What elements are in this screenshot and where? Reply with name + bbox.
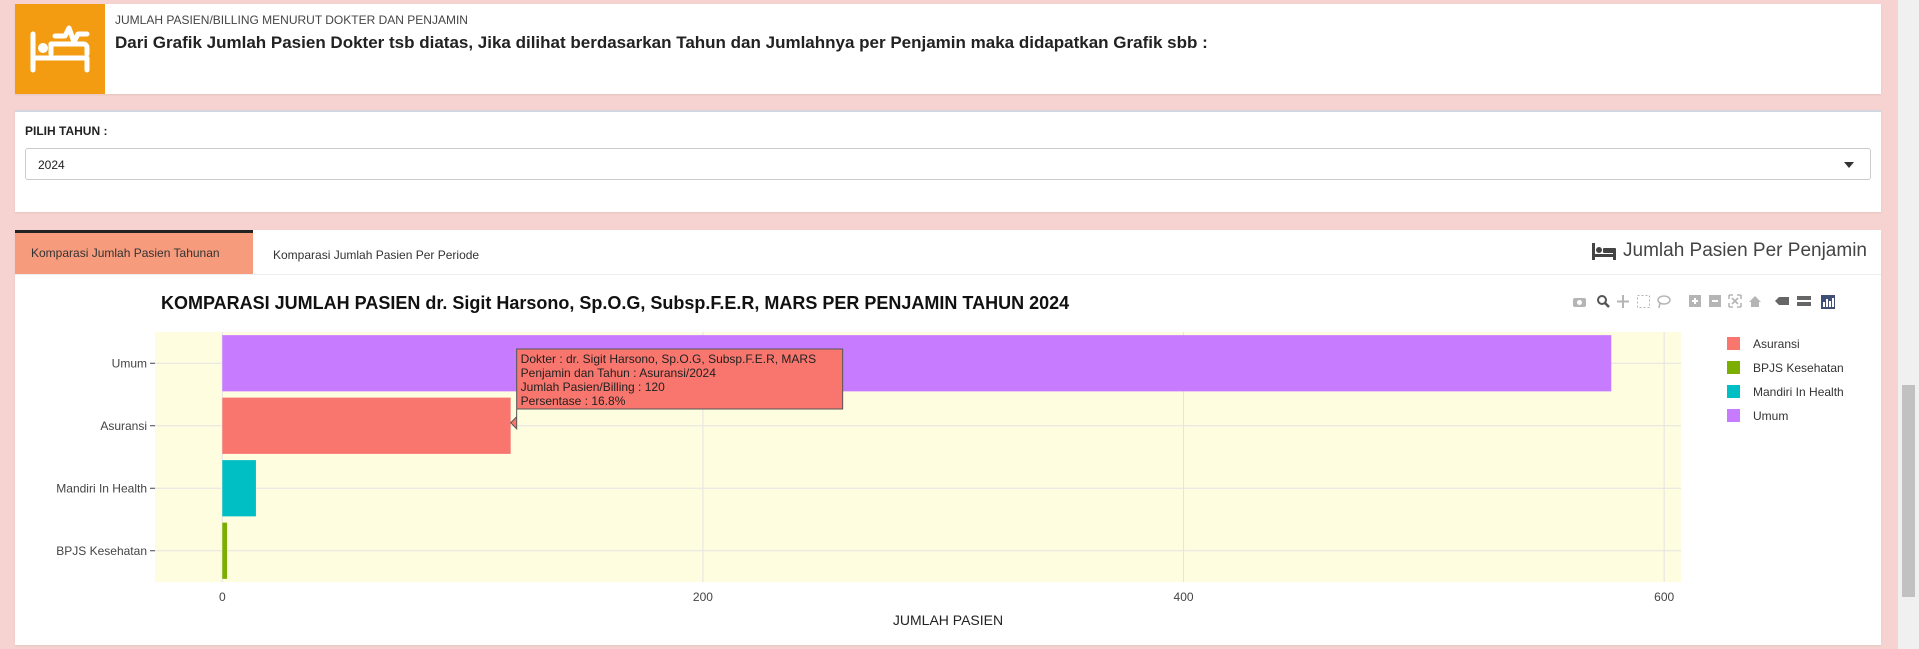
y-tick-label: Mandiri In Health bbox=[56, 481, 147, 495]
legend-label[interactable]: Mandiri In Health bbox=[1753, 385, 1844, 399]
tooltip-line: Penjamin dan Tahun : Asuransi/2024 bbox=[521, 366, 717, 380]
page-scrollbar[interactable] bbox=[1898, 0, 1919, 649]
legend-swatch[interactable] bbox=[1727, 361, 1740, 374]
tooltip-line: Dokter : dr. Sigit Harsono, Sp.O.G, Subs… bbox=[521, 352, 816, 366]
scrollbar-thumb[interactable] bbox=[1902, 385, 1915, 597]
info-box-text: Dari Grafik Jumlah Pasien Dokter tsb dia… bbox=[115, 33, 1208, 52]
tooltip-line: Persentase : 16.8% bbox=[521, 394, 626, 408]
tab-komparasi-periode[interactable]: Komparasi Jumlah Pasien Per Periode bbox=[273, 230, 503, 274]
y-tick-label: BPJS Kesehatan bbox=[56, 544, 147, 558]
camera-icon[interactable] bbox=[1573, 298, 1586, 307]
x-tick-label: 200 bbox=[693, 590, 713, 604]
tooltip-line: Jumlah Pasien/Billing : 120 bbox=[521, 380, 665, 394]
year-select[interactable]: 2024 bbox=[25, 148, 1871, 180]
zoom-in-icon[interactable] bbox=[1689, 295, 1701, 307]
year-select-value: 2024 bbox=[38, 158, 65, 172]
bed-icon bbox=[30, 25, 90, 73]
modebar bbox=[1573, 294, 1835, 309]
y-tick-label: Umum bbox=[112, 356, 147, 370]
zoom-out-icon[interactable] bbox=[1709, 295, 1721, 307]
info-box-subtitle: JUMLAH PASIEN/BILLING MENURUT DOKTER DAN… bbox=[115, 13, 468, 27]
autoscale-icon[interactable] bbox=[1728, 294, 1742, 308]
legend-swatch[interactable] bbox=[1727, 409, 1740, 422]
x-tick-label: 600 bbox=[1654, 590, 1674, 604]
box-select-icon[interactable] bbox=[1637, 295, 1650, 308]
spike-icon[interactable] bbox=[1775, 297, 1789, 305]
year-label: PILIH TAHUN : bbox=[25, 124, 108, 138]
reset-axes-icon[interactable] bbox=[1749, 296, 1761, 307]
card-title-text: Jumlah Pasien Per Penjamin bbox=[1623, 240, 1867, 261]
tab-komparasi-tahunan[interactable]: Komparasi Jumlah Pasien Tahunan bbox=[15, 230, 253, 274]
legend-label[interactable]: Asuransi bbox=[1753, 337, 1800, 351]
y-tick-label: Asuransi bbox=[100, 419, 147, 433]
bar-chart: KOMPARASI JUMLAH PASIEN dr. Sigit Harson… bbox=[56, 293, 1844, 628]
bar-umum[interactable] bbox=[222, 335, 1612, 392]
legend-swatch[interactable] bbox=[1727, 385, 1740, 398]
x-tick-label: 0 bbox=[219, 590, 226, 604]
bar-bpjs-kesehatan[interactable] bbox=[222, 522, 228, 579]
bar-asuransi[interactable] bbox=[222, 397, 511, 454]
lasso-icon[interactable] bbox=[1657, 295, 1671, 309]
bar-mandiri-in-health[interactable] bbox=[222, 460, 256, 517]
chevron-down-icon bbox=[1844, 162, 1854, 168]
chart-title: KOMPARASI JUMLAH PASIEN dr. Sigit Harson… bbox=[161, 293, 1069, 313]
compare-icon[interactable] bbox=[1797, 296, 1811, 306]
legend: Asuransi BPJS Kesehatan Mandiri In Health U… bbox=[1727, 337, 1844, 423]
plotly-logo-icon[interactable] bbox=[1821, 295, 1835, 309]
info-icon-box bbox=[15, 4, 105, 94]
pan-icon[interactable] bbox=[1617, 295, 1629, 308]
info-box: JUMLAH PASIEN/BILLING MENURUT DOKTER DAN… bbox=[15, 4, 1881, 94]
legend-label[interactable]: Umum bbox=[1753, 409, 1788, 423]
card-title: Jumlah Pasien Per Penjamin bbox=[1591, 240, 1867, 262]
legend-label[interactable]: BPJS Kesehatan bbox=[1753, 361, 1844, 375]
x-axis-title: JUMLAH PASIEN bbox=[893, 612, 1003, 628]
year-filter-panel: PILIH TAHUN : 2024 bbox=[15, 110, 1881, 212]
x-tick-label: 400 bbox=[1174, 590, 1194, 604]
legend-swatch[interactable] bbox=[1727, 337, 1740, 350]
bed-icon bbox=[1592, 243, 1617, 260]
chart-panel: Komparasi Jumlah Pasien Tahunan Komparas… bbox=[15, 230, 1881, 645]
zoom-icon[interactable] bbox=[1597, 295, 1610, 308]
